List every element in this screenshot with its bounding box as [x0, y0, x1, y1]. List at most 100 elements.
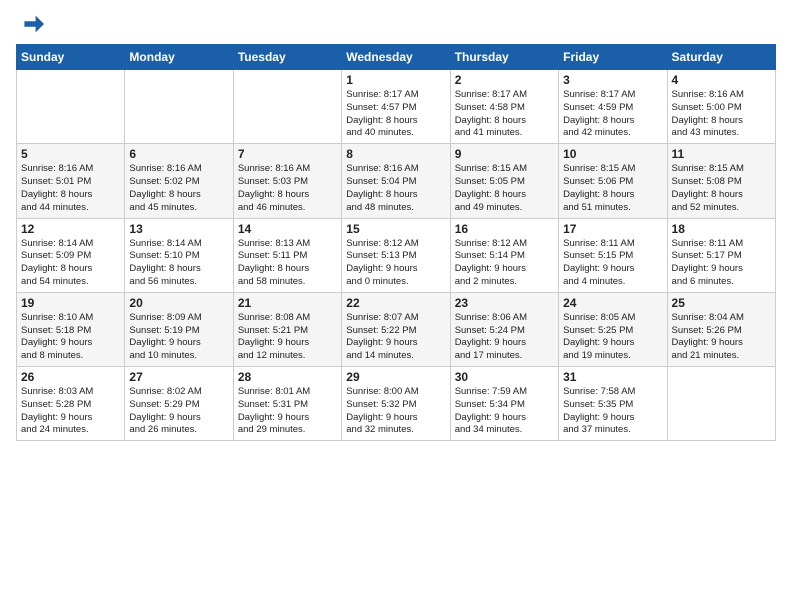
page: SundayMondayTuesdayWednesdayThursdayFrid… [0, 0, 792, 612]
day-number: 26 [21, 370, 120, 384]
day-number: 11 [672, 147, 771, 161]
day-info: Sunrise: 8:05 AMSunset: 5:25 PMDaylight:… [563, 312, 662, 363]
day-number: 1 [346, 73, 445, 87]
day-cell: 6 Sunrise: 8:16 AMSunset: 5:02 PMDaylight… [125, 144, 233, 218]
day-number: 23 [455, 296, 554, 310]
calendar-header-thursday: Thursday [450, 45, 558, 70]
day-info: Sunrise: 8:06 AMSunset: 5:24 PMDaylight:… [455, 312, 554, 363]
day-info: Sunrise: 8:15 AMSunset: 5:06 PMDaylight:… [563, 163, 662, 214]
week-row-2: 12Sunrise: 8:14 AMSunset: 5:09 PMDayligh… [17, 218, 776, 292]
day-cell: 21Sunrise: 8:08 AMSunset: 5:21 PMDayligh… [233, 292, 341, 366]
day-number: 21 [238, 296, 337, 310]
day-cell: 14 Sunrise: 8:13 AMSunset: 5:11 PMDayligh… [233, 218, 341, 292]
day-cell: 26 Sunrise: 8:03 AMSunset: 5:28 PMDayligh… [17, 367, 125, 441]
day-info: Sunrise: 8:15 AMSunset: 5:05 PMDaylight:… [455, 163, 554, 214]
day-number: 13 [129, 222, 228, 236]
calendar-header-saturday: Saturday [667, 45, 775, 70]
day-cell: 29 Sunrise: 8:00 AMSunset: 5:32 PMDayligh… [342, 367, 450, 441]
day-cell: 22 Sunrise: 8:07 AMSunset: 5:22 PMDayligh… [342, 292, 450, 366]
day-cell: 28Sunrise: 8:01 AMSunset: 5:31 PMDayligh… [233, 367, 341, 441]
day-number: 7 [238, 147, 337, 161]
day-cell [125, 70, 233, 144]
day-cell: 19 Sunrise: 8:10 AMSunset: 5:18 PMDayligh… [17, 292, 125, 366]
day-cell: 24 Sunrise: 8:05 AMSunset: 5:25 PMDayligh… [559, 292, 667, 366]
day-number: 22 [346, 296, 445, 310]
day-info: Sunrise: 8:07 AMSunset: 5:22 PMDaylight:… [346, 312, 445, 363]
day-number: 19 [21, 296, 120, 310]
calendar-header-friday: Friday [559, 45, 667, 70]
day-cell: 23 Sunrise: 8:06 AMSunset: 5:24 PMDayligh… [450, 292, 558, 366]
day-info: Sunrise: 8:17 AMSunset: 4:58 PMDaylight:… [455, 89, 554, 140]
day-info: Sunrise: 8:14 AMSunset: 5:09 PMDaylight:… [21, 238, 120, 289]
day-number: 5 [21, 147, 120, 161]
day-info: Sunrise: 8:02 AMSunset: 5:29 PMDaylight:… [129, 386, 228, 437]
day-number: 28 [238, 370, 337, 384]
week-row-3: 19 Sunrise: 8:10 AMSunset: 5:18 PMDayligh… [17, 292, 776, 366]
day-cell: 12Sunrise: 8:14 AMSunset: 5:09 PMDayligh… [17, 218, 125, 292]
day-number: 15 [346, 222, 445, 236]
day-cell [233, 70, 341, 144]
day-info: Sunrise: 8:13 AMSunset: 5:11 PMDaylight:… [238, 238, 337, 289]
day-info: Sunrise: 8:10 AMSunset: 5:18 PMDaylight:… [21, 312, 120, 363]
day-info: Sunrise: 8:16 AMSunset: 5:01 PMDaylight:… [21, 163, 120, 214]
logo [16, 10, 48, 38]
day-number: 9 [455, 147, 554, 161]
day-cell: 30Sunrise: 7:59 AMSunset: 5:34 PMDayligh… [450, 367, 558, 441]
calendar-header-monday: Monday [125, 45, 233, 70]
day-number: 2 [455, 73, 554, 87]
day-info: Sunrise: 8:16 AMSunset: 5:00 PMDaylight:… [672, 89, 771, 140]
day-cell: 27 Sunrise: 8:02 AMSunset: 5:29 PMDayligh… [125, 367, 233, 441]
day-cell: 18 Sunrise: 8:11 AMSunset: 5:17 PMDayligh… [667, 218, 775, 292]
day-info: Sunrise: 7:59 AMSunset: 5:34 PMDaylight:… [455, 386, 554, 437]
day-cell: 16Sunrise: 8:12 AMSunset: 5:14 PMDayligh… [450, 218, 558, 292]
logo-icon [16, 10, 44, 38]
day-number: 24 [563, 296, 662, 310]
day-cell [667, 367, 775, 441]
day-number: 10 [563, 147, 662, 161]
day-info: Sunrise: 8:15 AMSunset: 5:08 PMDaylight:… [672, 163, 771, 214]
day-info: Sunrise: 8:11 AMSunset: 5:17 PMDaylight:… [672, 238, 771, 289]
day-info: Sunrise: 8:09 AMSunset: 5:19 PMDaylight:… [129, 312, 228, 363]
day-cell: 31Sunrise: 7:58 AMSunset: 5:35 PMDayligh… [559, 367, 667, 441]
day-cell: 8Sunrise: 8:16 AMSunset: 5:04 PMDaylight… [342, 144, 450, 218]
week-row-0: 1 Sunrise: 8:17 AMSunset: 4:57 PMDaylight… [17, 70, 776, 144]
week-row-1: 5 Sunrise: 8:16 AMSunset: 5:01 PMDaylight… [17, 144, 776, 218]
day-info: Sunrise: 8:17 AMSunset: 4:57 PMDaylight:… [346, 89, 445, 140]
day-number: 29 [346, 370, 445, 384]
day-number: 16 [455, 222, 554, 236]
calendar-header-tuesday: Tuesday [233, 45, 341, 70]
day-info: Sunrise: 8:14 AMSunset: 5:10 PMDaylight:… [129, 238, 228, 289]
calendar-header-wednesday: Wednesday [342, 45, 450, 70]
day-cell: 17 Sunrise: 8:11 AMSunset: 5:15 PMDayligh… [559, 218, 667, 292]
day-cell: 5 Sunrise: 8:16 AMSunset: 5:01 PMDaylight… [17, 144, 125, 218]
day-info: Sunrise: 8:17 AMSunset: 4:59 PMDaylight:… [563, 89, 662, 140]
day-cell: 20Sunrise: 8:09 AMSunset: 5:19 PMDayligh… [125, 292, 233, 366]
day-info: Sunrise: 8:12 AMSunset: 5:13 PMDaylight:… [346, 238, 445, 289]
day-number: 3 [563, 73, 662, 87]
day-info: Sunrise: 8:16 AMSunset: 5:03 PMDaylight:… [238, 163, 337, 214]
day-info: Sunrise: 8:03 AMSunset: 5:28 PMDaylight:… [21, 386, 120, 437]
calendar: SundayMondayTuesdayWednesdayThursdayFrid… [16, 44, 776, 441]
day-cell: 13 Sunrise: 8:14 AMSunset: 5:10 PMDayligh… [125, 218, 233, 292]
day-number: 14 [238, 222, 337, 236]
day-number: 6 [129, 147, 228, 161]
calendar-header-sunday: Sunday [17, 45, 125, 70]
day-number: 27 [129, 370, 228, 384]
day-cell: 2 Sunrise: 8:17 AMSunset: 4:58 PMDaylight… [450, 70, 558, 144]
day-cell: 9 Sunrise: 8:15 AMSunset: 5:05 PMDaylight… [450, 144, 558, 218]
day-cell: 1 Sunrise: 8:17 AMSunset: 4:57 PMDaylight… [342, 70, 450, 144]
day-info: Sunrise: 8:16 AMSunset: 5:02 PMDaylight:… [129, 163, 228, 214]
day-number: 17 [563, 222, 662, 236]
day-info: Sunrise: 8:16 AMSunset: 5:04 PMDaylight:… [346, 163, 445, 214]
day-cell: 10 Sunrise: 8:15 AMSunset: 5:06 PMDayligh… [559, 144, 667, 218]
day-cell: 11 Sunrise: 8:15 AMSunset: 5:08 PMDayligh… [667, 144, 775, 218]
week-row-4: 26 Sunrise: 8:03 AMSunset: 5:28 PMDayligh… [17, 367, 776, 441]
day-cell: 3 Sunrise: 8:17 AMSunset: 4:59 PMDaylight… [559, 70, 667, 144]
day-number: 18 [672, 222, 771, 236]
calendar-header-row: SundayMondayTuesdayWednesdayThursdayFrid… [17, 45, 776, 70]
day-info: Sunrise: 8:11 AMSunset: 5:15 PMDaylight:… [563, 238, 662, 289]
day-cell [17, 70, 125, 144]
day-number: 25 [672, 296, 771, 310]
day-number: 4 [672, 73, 771, 87]
day-info: Sunrise: 8:00 AMSunset: 5:32 PMDaylight:… [346, 386, 445, 437]
